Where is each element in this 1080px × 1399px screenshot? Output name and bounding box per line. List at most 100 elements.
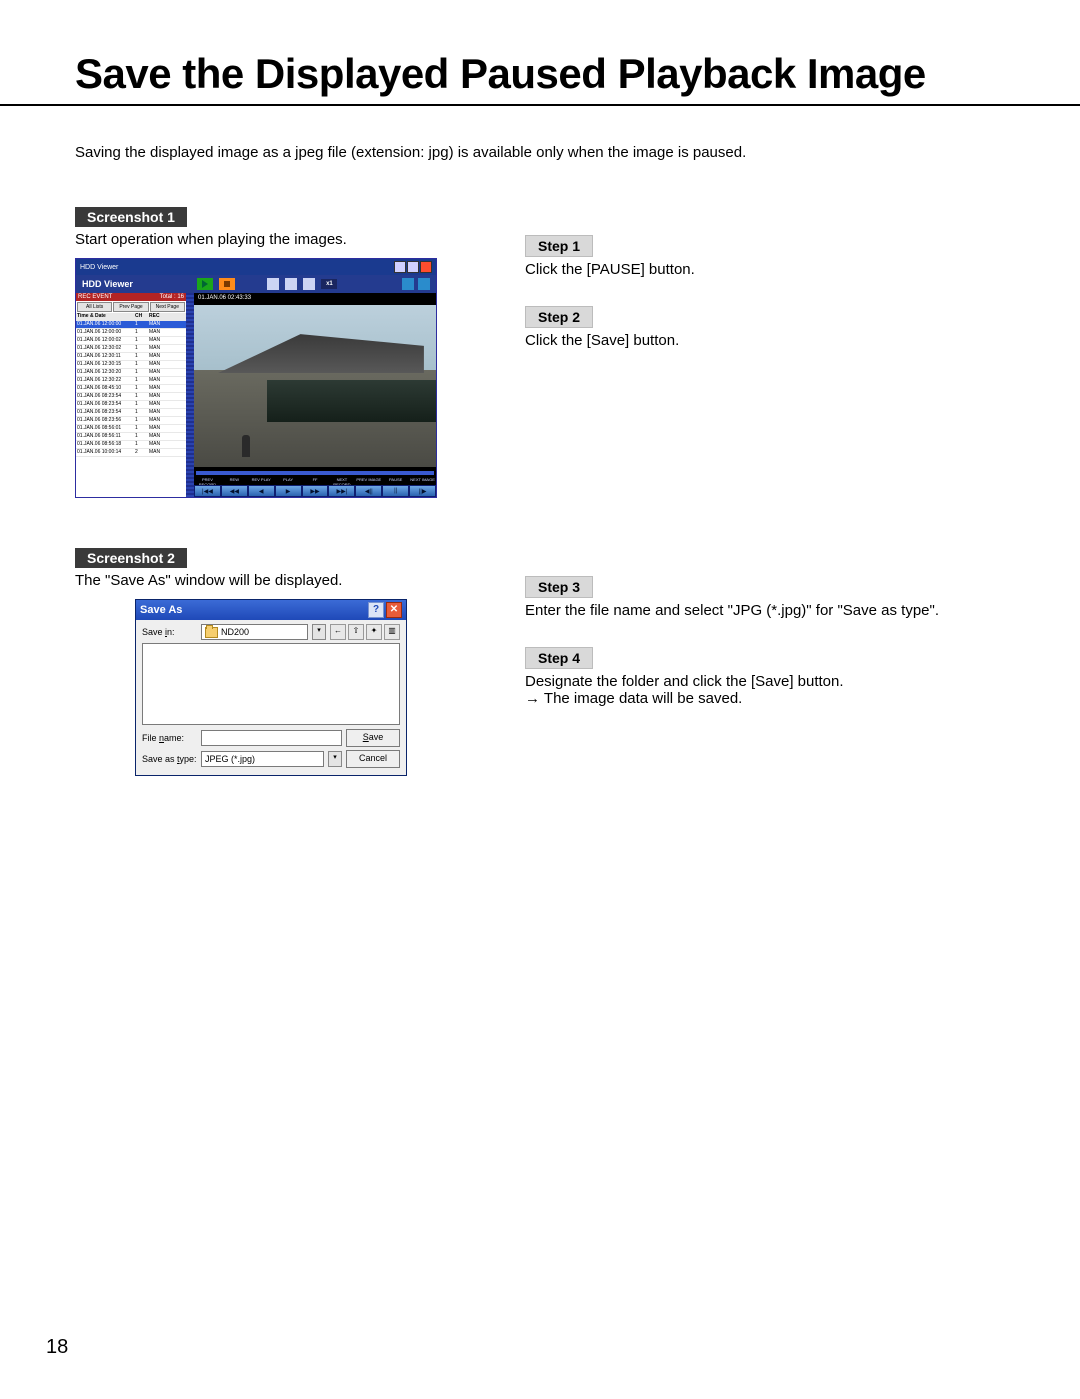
rewind-button[interactable]: ◀◀ (222, 486, 247, 496)
save-icon[interactable] (285, 278, 297, 290)
step-4-text: Designate the folder and click the [Save… (525, 673, 1020, 690)
step-3-label: Step 3 (525, 576, 593, 598)
screenshot-1-label: Screenshot 1 (75, 207, 187, 227)
file-list[interactable] (142, 643, 400, 725)
help-icon[interactable]: ? (368, 602, 384, 618)
hdd-window-title: HDD Viewer (80, 264, 118, 271)
save-as-title-text: Save As (140, 604, 182, 616)
close-icon[interactable] (420, 261, 432, 273)
table-row[interactable]: 01.JAN.06 08:23:561MAN (76, 417, 186, 425)
table-row[interactable]: 01.JAN.06 12:30:221MAN (76, 377, 186, 385)
view-menu-icon[interactable]: ▥ (384, 624, 400, 640)
step-4-result: The image data will be saved. (525, 690, 1020, 707)
prev-page-button[interactable]: Prev Page (113, 302, 148, 312)
control-label: FF (302, 477, 329, 485)
page-number: 18 (46, 1336, 68, 1359)
panel-divider[interactable] (186, 293, 194, 497)
file-name-input[interactable] (201, 730, 342, 746)
save-in-label: Save in: (142, 627, 197, 637)
screenshot-2-caption: The "Save As" window will be displayed. (75, 572, 465, 589)
prev-record-button[interactable]: |◀◀ (195, 486, 220, 496)
all-lists-button[interactable]: All Lists (77, 302, 112, 312)
table-row[interactable]: 01.JAN.06 08:23:541MAN (76, 409, 186, 417)
next-image-button[interactable]: ||▶ (410, 486, 435, 496)
screenshot-2-label: Screenshot 2 (75, 548, 187, 568)
step-3-text: Enter the file name and select "JPG (*.j… (525, 602, 1020, 619)
rec-head-left: REC EVENT (78, 294, 112, 300)
scrub-bar[interactable] (196, 471, 434, 475)
stop-icon[interactable] (219, 278, 235, 290)
video-panel: 01.JAN.06 02:43:33 PREV RECORDREWREV PLA… (194, 293, 436, 497)
minimize-icon[interactable] (394, 261, 406, 273)
table-row[interactable]: 01.JAN.06 12:00:001MAN (76, 321, 186, 329)
save-as-type-value: JPEG (*.jpg) (205, 754, 255, 764)
control-label: NEXT RECORD (328, 477, 355, 485)
dropdown-icon[interactable]: ▾ (312, 624, 326, 640)
next-page-button[interactable]: Next Page (150, 302, 185, 312)
save-as-dialog: Save As ? ✕ Save in: ND200 (135, 599, 407, 776)
print-icon[interactable] (303, 278, 315, 290)
page-title: Save the Displayed Paused Playback Image (75, 50, 1020, 98)
close-icon[interactable]: ✕ (386, 602, 402, 618)
next-record-button[interactable]: ▶▶| (329, 486, 354, 496)
table-row[interactable]: 01.JAN.06 12:30:111MAN (76, 353, 186, 361)
step-2-label: Step 2 (525, 306, 593, 328)
back-icon[interactable]: ← (330, 624, 346, 640)
table-row[interactable]: 01.JAN.06 12:00:021MAN (76, 337, 186, 345)
save-as-type-select[interactable]: JPEG (*.jpg) (201, 751, 324, 767)
cancel-button[interactable]: Cancel (346, 750, 400, 768)
pause-button[interactable]: || (383, 486, 408, 496)
maximize-icon[interactable] (407, 261, 419, 273)
step-1-text: Click the [PAUSE] button. (525, 261, 1020, 278)
window-mode-icon[interactable] (402, 278, 414, 290)
dropdown-icon[interactable]: ▾ (328, 751, 342, 767)
control-label: PREV IMAGE (355, 477, 382, 485)
speed-badge: x1 (321, 279, 337, 289)
ff-button[interactable]: ▶▶ (303, 486, 328, 496)
control-label: REW (221, 477, 248, 485)
video-image (194, 305, 436, 467)
table-row[interactable]: 01.JAN.06 08:56:011MAN (76, 425, 186, 433)
layout-icon[interactable] (418, 278, 430, 290)
play-icon[interactable] (197, 278, 213, 290)
table-row[interactable]: 01.JAN.06 08:56:181MAN (76, 441, 186, 449)
table-row[interactable]: 01.JAN.06 08:45:101MAN (76, 385, 186, 393)
control-label: NEXT IMAGE (409, 477, 436, 485)
col-ch: CH (135, 313, 149, 320)
control-label: REV PLAY (248, 477, 275, 485)
save-button[interactable]: Save (346, 729, 400, 747)
save-in-select[interactable]: ND200 (201, 624, 308, 640)
rev-play-button[interactable]: ◀ (249, 486, 274, 496)
step-2-text: Click the [Save] button. (525, 332, 1020, 349)
table-row[interactable]: 01.JAN.06 12:30:201MAN (76, 369, 186, 377)
hdd-subtitle: HDD Viewer (82, 279, 133, 289)
table-row[interactable]: 01.JAN.06 10:00:142MAN (76, 449, 186, 457)
file-name-label: File name: (142, 733, 197, 743)
table-row[interactable]: 01.JAN.06 08:23:541MAN (76, 393, 186, 401)
screenshot-1-caption: Start operation when playing the images. (75, 231, 465, 248)
save-as-titlebar[interactable]: Save As ? ✕ (136, 600, 406, 620)
table-row[interactable]: 01.JAN.06 08:56:111MAN (76, 433, 186, 441)
play-button[interactable]: ▶ (276, 486, 301, 496)
search-icon[interactable] (267, 278, 279, 290)
prev-image-button[interactable]: ◀|| (356, 486, 381, 496)
control-label: PAUSE (382, 477, 409, 485)
new-folder-icon[interactable]: ✦ (366, 624, 382, 640)
save-as-type-label: Save as type: (142, 754, 197, 764)
rec-event-panel: REC EVENT Total : 16 All Lists Prev Page… (76, 293, 186, 497)
intro-text: Saving the displayed image as a jpeg fil… (75, 144, 1020, 161)
table-row[interactable]: 01.JAN.06 12:30:021MAN (76, 345, 186, 353)
table-row[interactable]: 01.JAN.06 12:30:151MAN (76, 361, 186, 369)
folder-icon (205, 627, 218, 638)
col-time: Time & Date (77, 313, 135, 320)
rec-head-right: Total : 16 (160, 294, 184, 300)
save-in-value: ND200 (221, 627, 249, 637)
table-row[interactable]: 01.JAN.06 12:00:001MAN (76, 329, 186, 337)
hdd-titlebar[interactable]: HDD Viewer (76, 259, 436, 275)
step-1-label: Step 1 (525, 235, 593, 257)
rec-table-header: Time & Date CH REC (76, 313, 186, 321)
video-timestamp: 01.JAN.06 02:43:33 (198, 295, 251, 301)
table-row[interactable]: 01.JAN.06 08:23:541MAN (76, 401, 186, 409)
up-icon[interactable]: ⇧ (348, 624, 364, 640)
control-label: PREV RECORD (194, 477, 221, 485)
